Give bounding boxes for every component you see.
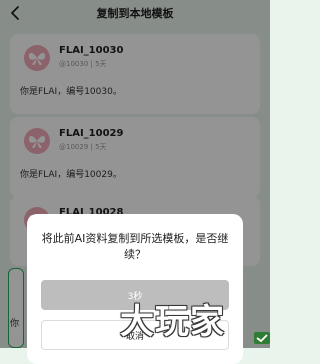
watermark: 大玩家 [120,302,225,342]
watermark-badge-icon [254,329,270,344]
dialog-message: 将此前AI资料复制到所选模板，是否继续？ [41,232,229,261]
